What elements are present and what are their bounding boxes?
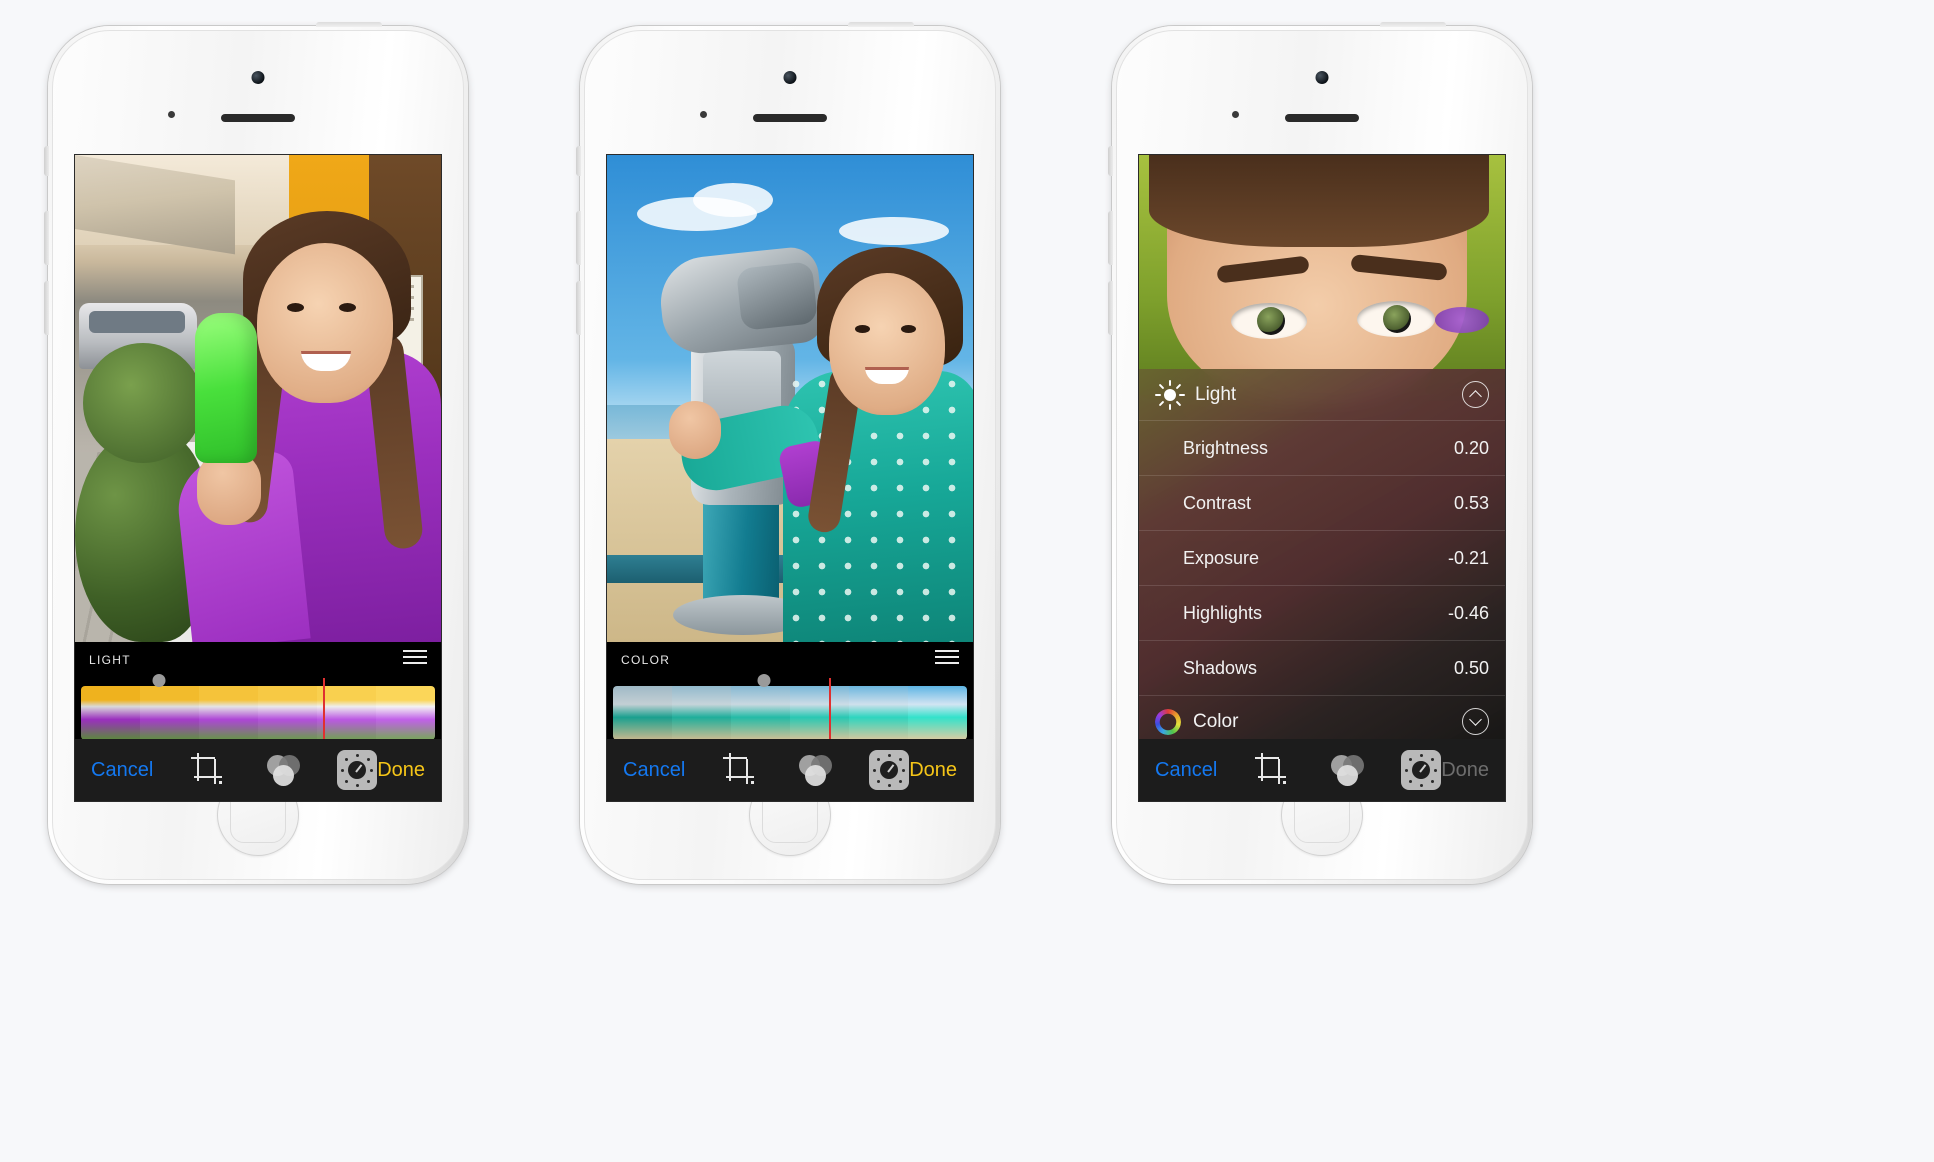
done-button[interactable]: Done — [377, 759, 425, 782]
power-button[interactable] — [316, 22, 382, 27]
filters-icon[interactable] — [1327, 750, 1367, 790]
editor-toolbar-right: Cancel Done — [1139, 739, 1505, 801]
photo-preview-popsicle — [75, 155, 441, 642]
filmstrip-playhead[interactable] — [829, 678, 832, 744]
edit-mode-label: COLOR — [621, 653, 671, 667]
edit-mode-label: LIGHT — [89, 653, 131, 667]
adjust-group-label: Color — [1193, 710, 1239, 732]
adjust-row-shadows[interactable]: Shadows 0.50 — [1139, 641, 1505, 696]
done-button[interactable]: Done — [909, 759, 957, 782]
filmstrip-handle[interactable] — [152, 674, 166, 687]
proximity-sensor-icon — [168, 111, 175, 118]
cancel-button[interactable]: Cancel — [623, 759, 685, 782]
phone-right-screen: Light Brightness 0.20 Contrast 0.53 Expo… — [1139, 155, 1505, 801]
color-wheel-icon — [1155, 708, 1181, 735]
adjust-row-value: 0.20 — [1453, 437, 1489, 458]
adjust-row-brightness[interactable]: Brightness 0.20 — [1139, 421, 1505, 476]
volume-up-button[interactable] — [44, 211, 49, 265]
sun-icon — [1155, 379, 1185, 410]
adjust-row-highlights[interactable]: Highlights -0.46 — [1139, 586, 1505, 641]
adjust-row-contrast[interactable]: Contrast 0.53 — [1139, 476, 1505, 531]
power-button[interactable] — [848, 22, 914, 27]
editor-toolbar-left: Cancel Done — [75, 739, 441, 801]
phone-left: LIGHT Cancel Done — [44, 22, 468, 884]
filters-icon[interactable] — [795, 750, 835, 790]
phone-center: COLOR Cancel Done — [576, 22, 1000, 884]
filmstrip-handle[interactable] — [757, 674, 771, 687]
volume-up-button[interactable] — [576, 211, 581, 265]
chevron-down-icon[interactable] — [1462, 708, 1489, 735]
phone-right: Light Brightness 0.20 Contrast 0.53 Expo… — [1108, 22, 1532, 884]
crop-icon[interactable] — [720, 750, 760, 790]
volume-down-button[interactable] — [1108, 281, 1113, 335]
volume-up-button[interactable] — [1108, 211, 1113, 265]
mute-switch[interactable] — [1108, 146, 1113, 176]
adjust-dial-icon[interactable] — [869, 750, 910, 790]
power-button[interactable] — [1380, 22, 1446, 27]
adjust-group-light[interactable]: Light — [1139, 369, 1505, 421]
filmstrip-playhead[interactable] — [322, 678, 325, 744]
earpiece-speaker — [1285, 114, 1359, 122]
phone-left-screen: LIGHT Cancel Done — [75, 155, 441, 801]
editor-toolbar-center: Cancel Done — [607, 739, 973, 801]
adjust-row-value: 0.50 — [1453, 657, 1489, 678]
adjust-row-value: 0.53 — [1453, 492, 1489, 513]
crop-icon[interactable] — [1252, 750, 1292, 790]
adjustments-panel: Light Brightness 0.20 Contrast 0.53 Expo… — [1139, 369, 1505, 748]
filters-icon[interactable] — [263, 750, 303, 790]
adjust-row-label: Brightness — [1183, 437, 1269, 458]
done-button[interactable]: Done — [1441, 759, 1489, 782]
front-camera-icon — [251, 71, 265, 84]
earpiece-speaker — [221, 114, 295, 122]
front-camera-icon — [1315, 71, 1329, 84]
crop-icon[interactable] — [188, 750, 228, 790]
phone-center-screen: COLOR Cancel Done — [607, 155, 973, 801]
adjust-dial-icon[interactable] — [1401, 750, 1442, 790]
mute-switch[interactable] — [44, 146, 49, 176]
adjust-row-exposure[interactable]: Exposure -0.21 — [1139, 531, 1505, 586]
mute-switch[interactable] — [576, 146, 581, 176]
adjust-row-label: Shadows — [1183, 657, 1258, 678]
adjust-row-value: -0.21 — [1447, 547, 1489, 568]
proximity-sensor-icon — [1232, 111, 1239, 118]
adjust-row-label: Contrast — [1183, 492, 1252, 513]
cancel-button[interactable]: Cancel — [1155, 759, 1217, 782]
volume-down-button[interactable] — [44, 281, 49, 335]
adjust-row-label: Highlights — [1183, 602, 1263, 623]
chevron-up-icon[interactable] — [1462, 381, 1489, 408]
filmstrip-center[interactable] — [613, 686, 967, 740]
earpiece-speaker — [753, 114, 827, 122]
adjust-dial-icon[interactable] — [337, 750, 378, 790]
adjust-row-value: -0.46 — [1447, 602, 1489, 623]
screenshot-canvas: LIGHT Cancel Done COLOR Cancel Done Ligh… — [0, 0, 1934, 1162]
adjust-row-label: Exposure — [1183, 547, 1260, 568]
adjust-group-label: Light — [1195, 383, 1237, 405]
volume-down-button[interactable] — [576, 281, 581, 335]
list-icon[interactable] — [403, 650, 427, 668]
photo-preview-viewfinder — [607, 155, 973, 642]
proximity-sensor-icon — [700, 111, 707, 118]
front-camera-icon — [783, 71, 797, 84]
filmstrip-left[interactable] — [81, 686, 435, 740]
list-icon[interactable] — [935, 650, 959, 668]
cancel-button[interactable]: Cancel — [91, 759, 153, 782]
